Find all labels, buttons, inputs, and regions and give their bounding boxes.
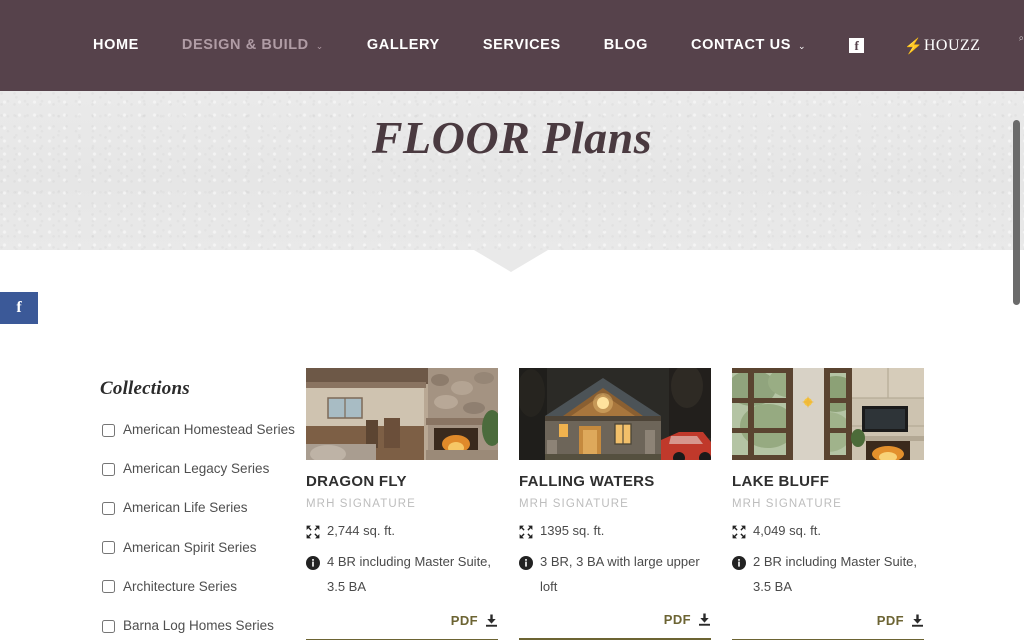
pdf-label: PDF bbox=[450, 612, 478, 628]
nav-item-blog[interactable]: BLOG bbox=[604, 38, 648, 53]
hero-notch-triangle bbox=[474, 250, 548, 272]
great-room-stone-fireplace-photo[interactable] bbox=[306, 368, 498, 460]
chevron-down-icon: ⌄ bbox=[798, 40, 807, 51]
filter-label: American Legacy Series bbox=[123, 461, 270, 477]
floor-plan-card: DRAGON FLY MRH SIGNATURE 2,744 sq. ft. 4… bbox=[306, 368, 498, 640]
page-scrollbar[interactable] bbox=[1009, 91, 1024, 640]
pdf-download-link[interactable]: PDF bbox=[664, 612, 711, 627]
card-title[interactable]: DRAGON FLY bbox=[306, 473, 498, 491]
filter-label: Barna Log Homes Series bbox=[123, 617, 274, 633]
card-area-spec: 2,744 sq. ft. bbox=[306, 519, 498, 544]
card-details-value: 3 BR, 3 BA with large upper loft bbox=[540, 554, 700, 595]
filter-checkbox[interactable] bbox=[102, 580, 115, 594]
expand-arrows-icon bbox=[306, 525, 320, 539]
houzz-label: HOUZZ bbox=[923, 36, 981, 54]
floor-plan-card-grid: DRAGON FLY MRH SIGNATURE 2,744 sq. ft. 4… bbox=[306, 368, 924, 640]
pdf-label: PDF bbox=[876, 612, 904, 628]
nav-item-label: BLOG bbox=[603, 36, 649, 53]
page-title-space bbox=[530, 112, 542, 163]
card-area-value: 2,744 sq. ft. bbox=[327, 522, 395, 538]
cabin-exterior-dusk-photo[interactable] bbox=[519, 368, 711, 460]
scrollbar-thumb[interactable] bbox=[1013, 120, 1020, 305]
card-area-spec: 1395 sq. ft. bbox=[519, 519, 711, 544]
pdf-label: PDF bbox=[663, 611, 691, 627]
site-header: HOME DESIGN & BUILD ⌄ GALLERY SERVICES B… bbox=[0, 0, 1024, 91]
pdf-download-link[interactable]: PDF bbox=[877, 613, 924, 628]
info-circle-icon bbox=[306, 556, 320, 571]
collections-heading: Collections bbox=[100, 378, 190, 399]
search-icon[interactable] bbox=[1018, 36, 1024, 54]
houzz-link[interactable]: ⚡ HOUZZ bbox=[904, 36, 980, 55]
filter-label: Architecture Series bbox=[123, 578, 238, 594]
nav-item-label: GALLERY bbox=[366, 36, 440, 53]
card-series-label: MRH SIGNATURE bbox=[519, 498, 629, 510]
filter-checkbox[interactable] bbox=[102, 501, 115, 515]
chevron-down-icon: ⌄ bbox=[315, 40, 324, 51]
filter-architecture-series[interactable]: Architecture Series bbox=[100, 579, 285, 595]
filter-checkbox[interactable] bbox=[102, 462, 115, 476]
floor-plan-card: LAKE BLUFF MRH SIGNATURE 4,049 sq. ft. 2… bbox=[732, 368, 924, 640]
filter-checkbox[interactable] bbox=[102, 423, 115, 437]
filter-label: American Life Series bbox=[123, 500, 248, 516]
pdf-download-link[interactable]: PDF bbox=[451, 613, 498, 628]
card-series-label: MRH SIGNATURE bbox=[732, 498, 842, 510]
card-series-label: MRH SIGNATURE bbox=[306, 498, 416, 510]
card-details-spec: 4 BR including Master Suite, 3.5 BA bbox=[306, 550, 498, 599]
card-title[interactable]: LAKE BLUFF bbox=[732, 473, 924, 491]
page-title-primary: FLOOR bbox=[371, 112, 531, 163]
primary-navigation: HOME DESIGN & BUILD ⌄ GALLERY SERVICES B… bbox=[0, 30, 1024, 60]
card-area-value: 4,049 sq. ft. bbox=[753, 522, 821, 538]
download-icon bbox=[911, 614, 924, 627]
tall-windows-fireplace-photo[interactable] bbox=[732, 368, 924, 460]
card-title[interactable]: FALLING WATERS bbox=[519, 473, 711, 491]
card-details-value: 4 BR including Master Suite, 3.5 BA bbox=[327, 554, 492, 595]
nav-item-design-and-build[interactable]: DESIGN & BUILD ⌄ bbox=[182, 38, 324, 53]
nav-item-label: CONTACT US bbox=[691, 36, 791, 53]
nav-item-contact-us[interactable]: CONTACT US ⌄ bbox=[691, 38, 806, 53]
card-footer: PDF bbox=[732, 612, 924, 630]
filter-barna-log-homes-series[interactable]: Barna Log Homes Series bbox=[100, 618, 285, 634]
main-content: Collections American Homestead Series Am… bbox=[0, 250, 1024, 640]
filter-label: American Homestead Series bbox=[123, 422, 295, 437]
facebook-share-tab[interactable]: f bbox=[0, 292, 38, 324]
card-area-value: 1395 sq. ft. bbox=[540, 522, 605, 538]
nav-item-services[interactable]: SERVICES bbox=[483, 38, 561, 53]
nav-item-label: DESIGN & BUILD bbox=[181, 36, 309, 53]
filter-checkbox[interactable] bbox=[102, 619, 115, 633]
collections-sidebar: Collections American Homestead Series Am… bbox=[100, 378, 295, 640]
nav-item-label: SERVICES bbox=[482, 36, 561, 53]
nav-item-label: HOME bbox=[93, 36, 139, 53]
page-title: FLOOR Plans bbox=[0, 111, 1024, 164]
facebook-icon[interactable]: f bbox=[849, 37, 865, 53]
filter-american-spirit-series[interactable]: American Spirit Series bbox=[100, 540, 285, 556]
page-hero: FLOOR Plans bbox=[0, 91, 1024, 250]
download-icon bbox=[485, 614, 498, 627]
page-title-secondary: Plans bbox=[542, 112, 653, 163]
filter-label: American Spirit Series bbox=[123, 539, 257, 555]
card-area-spec: 4,049 sq. ft. bbox=[732, 519, 924, 544]
filter-american-homestead-series[interactable]: American Homestead Series bbox=[100, 422, 295, 438]
nav-item-home[interactable]: HOME bbox=[93, 38, 139, 53]
card-footer: PDF bbox=[306, 612, 498, 630]
card-footer: PDF bbox=[519, 611, 711, 629]
nav-item-gallery[interactable]: GALLERY bbox=[367, 38, 440, 53]
filter-american-life-series[interactable]: American Life Series bbox=[100, 500, 285, 516]
card-details-spec: 2 BR including Master Suite, 3.5 BA bbox=[732, 550, 924, 599]
expand-arrows-icon bbox=[519, 525, 533, 539]
floor-plan-card: FALLING WATERS MRH SIGNATURE 1395 sq. ft… bbox=[519, 368, 711, 640]
filter-checkbox[interactable] bbox=[102, 541, 115, 555]
download-icon bbox=[698, 613, 711, 626]
info-circle-icon bbox=[732, 556, 746, 571]
info-circle-icon bbox=[519, 556, 533, 571]
filter-american-legacy-series[interactable]: American Legacy Series bbox=[100, 461, 285, 477]
card-details-spec: 3 BR, 3 BA with large upper loft bbox=[519, 550, 711, 599]
expand-arrows-icon bbox=[732, 525, 746, 539]
houzz-icon: ⚡ bbox=[904, 37, 923, 55]
card-details-value: 2 BR including Master Suite, 3.5 BA bbox=[753, 554, 918, 595]
